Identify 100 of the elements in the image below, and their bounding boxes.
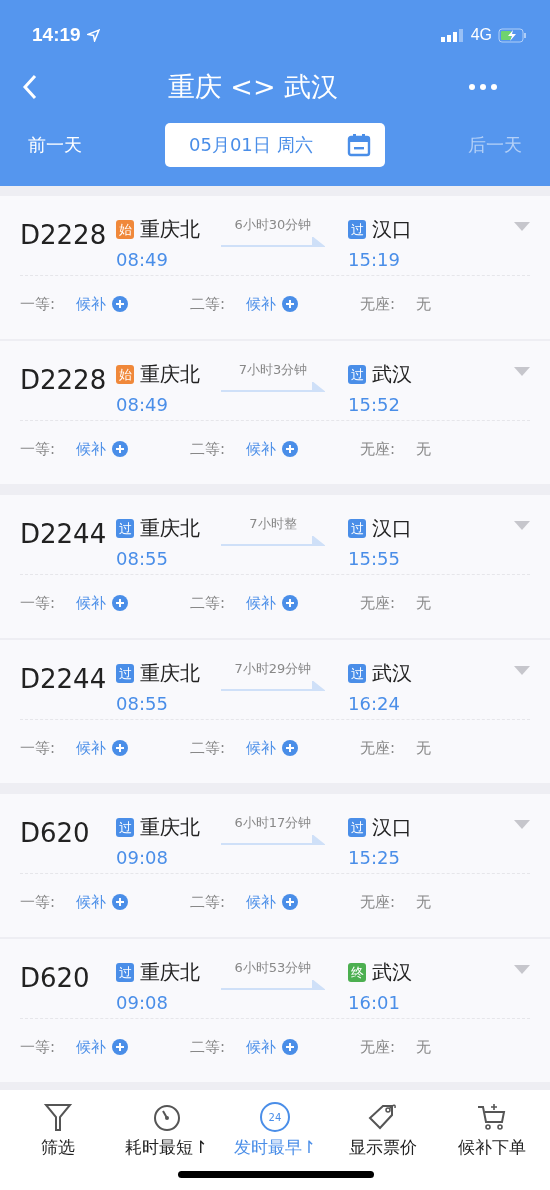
train-card[interactable]: D620 过 重庆北 09:08 6小时17分钟 过 汉口 15:25 一等: 候补 二等: 候补 无座: 无 (0, 794, 550, 937)
add-icon[interactable] (282, 441, 298, 457)
waitlist-link[interactable]: 候补 (76, 738, 106, 758)
toolbar-button[interactable]: 耗时最短↾ (112, 1102, 221, 1190)
station-name: 汉口 (372, 515, 412, 542)
seat-availability: 无 (416, 439, 431, 459)
toolbar-button[interactable]: 候补下单 (437, 1102, 546, 1190)
add-icon[interactable] (112, 1039, 128, 1055)
departure-time: 09:08 (116, 847, 169, 868)
arrival-time: 15:55 (348, 548, 401, 569)
seat-class: 二等: (190, 294, 227, 314)
waitlist-link[interactable]: 候补 (246, 892, 276, 912)
duration: 6小时53分钟 (234, 959, 312, 977)
add-icon[interactable] (112, 441, 128, 457)
waitlist-link[interactable]: 候补 (246, 738, 276, 758)
arrival-time: 16:24 (348, 693, 401, 714)
arrival-time: 15:19 (348, 249, 401, 270)
train-number: D620 (20, 818, 91, 848)
seat-class: 无座: (360, 738, 397, 758)
add-icon[interactable] (282, 1039, 298, 1055)
arrow-icon (221, 536, 325, 548)
seat-class: 二等: (190, 738, 227, 758)
waitlist-link[interactable]: 候补 (246, 593, 276, 613)
add-icon[interactable] (112, 894, 128, 910)
train-card[interactable]: D2228 始 重庆北 08:49 7小时3分钟 过 武汉 15:52 一等: 候补 二等: 候补 无座: 无 (0, 341, 550, 484)
more-icon[interactable] (468, 83, 498, 91)
add-icon[interactable] (282, 595, 298, 611)
back-icon[interactable] (22, 74, 38, 100)
clock-icon: 24 (259, 1102, 290, 1132)
arrow-icon (221, 681, 325, 693)
duration: 6小时17分钟 (234, 814, 312, 832)
waitlist-link[interactable]: 候补 (76, 1037, 106, 1057)
toolbar-button[interactable]: 筛选 (4, 1102, 113, 1190)
seat-class: 一等: (20, 892, 57, 912)
arrow-icon (221, 382, 325, 394)
previous-day-button[interactable]: 前一天 (28, 133, 82, 157)
waitlist-link[interactable]: 候补 (246, 294, 276, 314)
arrow-icon (221, 980, 325, 992)
add-icon[interactable] (282, 740, 298, 756)
seat-availability: 无 (416, 892, 431, 912)
seat-class: 二等: (190, 593, 227, 613)
seat-class: 无座: (360, 439, 397, 459)
station-badge: 始 (116, 220, 134, 239)
train-card[interactable]: D2244 过 重庆北 08:55 7小时整 过 汉口 15:55 一等: 候补 二等: 候补 无座: 无 (0, 495, 550, 638)
waitlist-link[interactable]: 候补 (76, 439, 106, 459)
station-name: 重庆北 (140, 216, 200, 243)
station-badge: 过 (348, 365, 366, 384)
signal-icon (440, 28, 465, 42)
waitlist-link[interactable]: 候补 (76, 593, 106, 613)
status-time: 14:19 (32, 24, 81, 46)
route-title: 重庆 <> 武汉 (167, 70, 339, 104)
train-number: D2228 (20, 365, 108, 395)
train-card[interactable]: D2244 过 重庆北 08:55 7小时29分钟 过 武汉 16:24 一等: 候补 二等: 候补 无座: 无 (0, 640, 550, 783)
waitlist-link[interactable]: 候补 (76, 294, 106, 314)
add-icon[interactable] (282, 894, 298, 910)
waitlist-link[interactable]: 候补 (76, 892, 106, 912)
station-badge: 过 (116, 519, 134, 538)
toolbar-button[interactable]: 24 发时最早↾ (220, 1102, 329, 1190)
seat-class: 二等: (190, 892, 227, 912)
duration: 6小时30分钟 (234, 216, 312, 234)
seat-class: 无座: (360, 294, 397, 314)
train-number: D2244 (20, 519, 108, 549)
departure-time: 08:55 (116, 548, 169, 569)
train-number: D2244 (20, 664, 108, 694)
station-name: 重庆北 (140, 515, 200, 542)
train-card[interactable]: D2228 始 重庆北 08:49 6小时30分钟 过 汉口 15:19 一等: 候补 二等: 候补 无座: 无 (0, 196, 550, 339)
seat-availability: 无 (416, 593, 431, 613)
departure-time: 09:08 (116, 992, 169, 1013)
seat-availability: 无 (416, 294, 431, 314)
seat-class: 一等: (20, 593, 57, 613)
seat-class: 二等: (190, 1037, 227, 1057)
station-badge: 过 (116, 818, 134, 837)
arrival-time: 16:01 (348, 992, 401, 1013)
station-name: 汉口 (372, 814, 412, 841)
departure-time: 08:49 (116, 249, 169, 270)
train-number: D2228 (20, 220, 108, 250)
station-badge: 过 (348, 818, 366, 837)
train-card[interactable]: D620 过 重庆北 09:08 6小时53分钟 终 武汉 16:01 一等: 候补 二等: 候补 无座: 无 (0, 939, 550, 1082)
toolbar-button[interactable]: 显示票价 (329, 1102, 438, 1190)
tag-icon (368, 1102, 399, 1132)
station-badge: 过 (348, 664, 366, 683)
station-name: 汉口 (372, 216, 412, 243)
duration: 7小时3分钟 (238, 361, 308, 379)
station-name: 重庆北 (140, 814, 200, 841)
filter-icon (43, 1102, 74, 1132)
departure-time: 08:49 (116, 394, 169, 415)
add-icon[interactable] (112, 296, 128, 312)
add-icon[interactable] (282, 296, 298, 312)
waitlist-link[interactable]: 候补 (246, 1037, 276, 1057)
station-name: 重庆北 (140, 959, 200, 986)
duration: 7小时整 (249, 515, 297, 533)
station-badge: 过 (116, 664, 134, 683)
departure-time: 08:55 (116, 693, 169, 714)
date-picker[interactable]: 05月01日 周六 (165, 123, 385, 167)
waitlist-link[interactable]: 候补 (246, 439, 276, 459)
add-icon[interactable] (112, 740, 128, 756)
calendar-icon (347, 133, 371, 157)
station-name: 重庆北 (140, 660, 200, 687)
add-icon[interactable] (112, 595, 128, 611)
arrival-time: 15:25 (348, 847, 401, 868)
